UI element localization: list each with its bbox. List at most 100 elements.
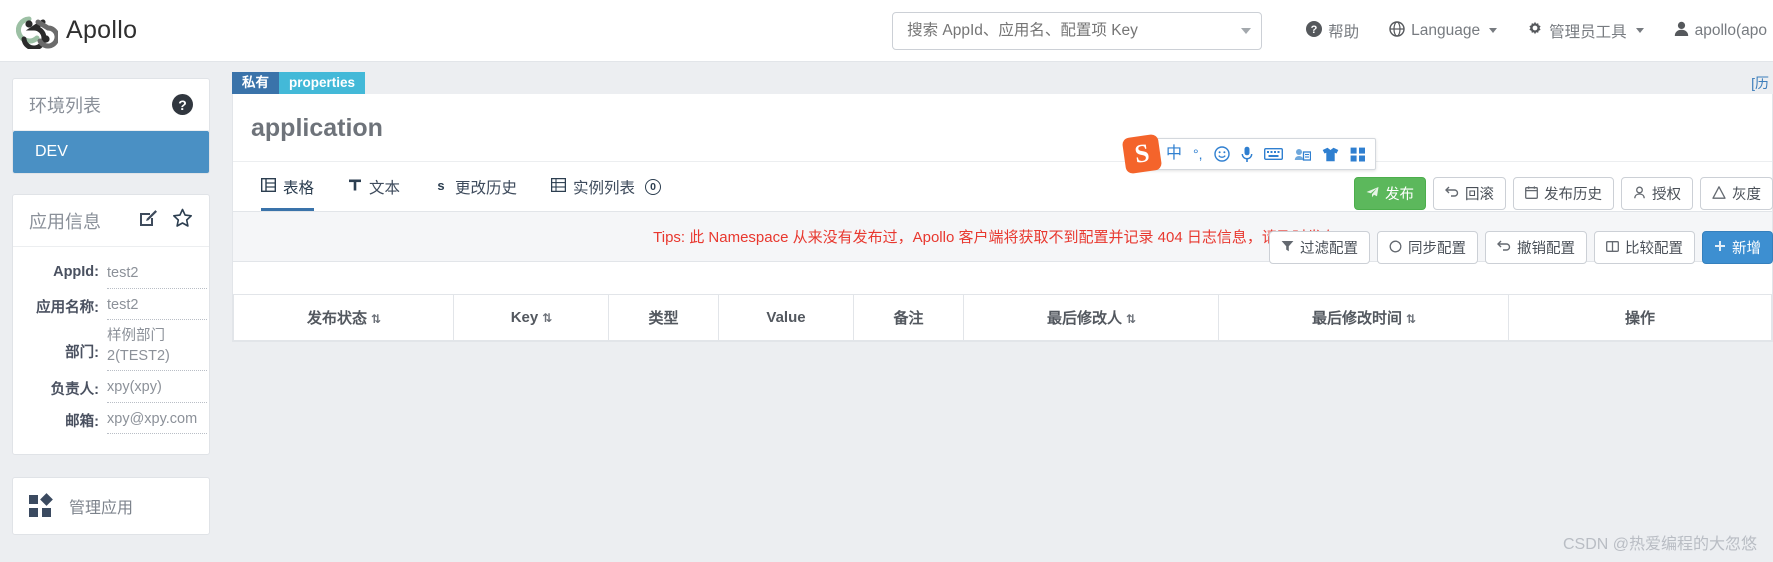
tab-label: 实例列表 bbox=[573, 180, 636, 197]
th-key[interactable]: Key ⇅ bbox=[453, 294, 609, 341]
sogou-logo-icon[interactable]: S bbox=[1121, 133, 1163, 175]
microphone-icon[interactable] bbox=[1241, 146, 1253, 163]
table-header-row: 发布状态 ⇅ Key ⇅ 类型 Value 备注 最后修改人 ⇅ 最后修改时间 … bbox=[233, 294, 1772, 341]
env-list-panel: 环境列表 ? DEV bbox=[12, 78, 210, 174]
global-search[interactable] bbox=[892, 11, 1263, 50]
keyboard-icon[interactable] bbox=[1263, 147, 1283, 161]
text-T-icon bbox=[348, 178, 362, 196]
publish-history-button[interactable]: 发布历史 bbox=[1513, 177, 1614, 210]
tab-instance-list[interactable]: 实例列表 0 bbox=[550, 176, 662, 211]
left-sidebar: 环境列表 ? DEV 应用信息 AppId: test2 应用名称: test2… bbox=[12, 78, 210, 536]
compare-config-button[interactable]: 比较配置 bbox=[1594, 231, 1695, 264]
field-value: test2 bbox=[107, 293, 207, 321]
instances-icon bbox=[550, 177, 567, 196]
config-table: 发布状态 ⇅ Key ⇅ 类型 Value 备注 最后修改人 ⇅ 最后修改时间 … bbox=[233, 294, 1772, 341]
sync-config-button[interactable]: 同步配置 bbox=[1377, 231, 1478, 264]
brand-logo-link[interactable]: Apollo bbox=[16, 13, 137, 50]
chevron-down-icon[interactable] bbox=[1241, 27, 1252, 34]
question-circle-icon: ? bbox=[1306, 20, 1323, 41]
nav-item-help[interactable]: ? 帮助 bbox=[1306, 20, 1359, 42]
tab-change-history[interactable]: s 更改历史 bbox=[434, 176, 517, 211]
field-label: 部门: bbox=[65, 345, 99, 362]
sidebar-item-manage-app[interactable]: 管理应用 bbox=[13, 478, 209, 534]
question-mark-icon[interactable]: ? bbox=[172, 94, 193, 115]
namespace-tag-format: properties bbox=[279, 72, 366, 94]
tab-text[interactable]: 文本 bbox=[348, 176, 400, 211]
field-value: 样例部门2(TEST2) bbox=[107, 324, 207, 372]
apps-grid-icon[interactable] bbox=[1350, 147, 1366, 162]
chevron-down-icon bbox=[1489, 28, 1498, 33]
star-icon[interactable] bbox=[172, 208, 193, 233]
navbar-right-group: ? 帮助 Language 管理员工具 bbox=[892, 11, 1773, 50]
grayscale-button[interactable]: 灰度 bbox=[1700, 177, 1773, 210]
namespace-right-link[interactable]: [历 bbox=[1751, 73, 1773, 93]
env-list-title: 环境列表 bbox=[29, 95, 101, 116]
namespace-card: application 表格 文本 s 更改历史 实例列表 0 Tips: 此 … bbox=[232, 94, 1773, 342]
rollback-button[interactable]: 回滚 bbox=[1433, 177, 1506, 210]
th-label: 最后修改时间 bbox=[1311, 310, 1402, 327]
app-root: Apollo ? 帮助 Language bbox=[0, 0, 1773, 562]
btn-label: 灰度 bbox=[1732, 187, 1761, 203]
env-list-header: 环境列表 ? bbox=[13, 79, 209, 131]
grid-squares-icon bbox=[29, 493, 53, 518]
add-config-button[interactable]: 新增 bbox=[1702, 231, 1773, 264]
filter-config-button[interactable]: 过滤配置 bbox=[1269, 231, 1370, 264]
th-last-modified-by[interactable]: 最后修改人 ⇅ bbox=[963, 294, 1219, 341]
btn-label: 撤销配置 bbox=[1517, 241, 1575, 257]
btn-label: 新增 bbox=[1732, 241, 1761, 257]
edit-pencil-icon[interactable] bbox=[138, 208, 158, 233]
th-label: 最后修改人 bbox=[1046, 310, 1122, 327]
tab-label: 更改历史 bbox=[455, 180, 518, 197]
th-last-modified-time[interactable]: 最后修改时间 ⇅ bbox=[1218, 294, 1509, 341]
skin-shirt-icon[interactable] bbox=[1322, 147, 1339, 162]
namespace-toolbar-secondary: 过滤配置 同步配置 撤销配置 比较配置 新增 bbox=[1269, 231, 1773, 264]
history-s-icon: s bbox=[434, 178, 448, 196]
app-info-panel: 应用信息 AppId: test2 应用名称: test2 部门: 样例部门2(… bbox=[12, 194, 210, 456]
nav-item-user[interactable]: apollo(apo bbox=[1674, 21, 1767, 41]
tab-table[interactable]: 表格 bbox=[260, 176, 315, 211]
flask-icon bbox=[1712, 185, 1726, 202]
emoji-icon[interactable] bbox=[1213, 146, 1230, 162]
revoke-config-button[interactable]: 撤销配置 bbox=[1485, 231, 1587, 264]
field-value: xpy@xpy.com bbox=[107, 407, 207, 435]
chinese-mode-icon[interactable]: 中 bbox=[1166, 146, 1182, 162]
sort-icon: ⇅ bbox=[542, 311, 552, 325]
user-card-icon[interactable] bbox=[1294, 147, 1311, 161]
publish-button[interactable]: 发布 bbox=[1354, 177, 1426, 210]
namespace-tag-row: 私有 properties [历 bbox=[232, 72, 1773, 94]
person-key-icon bbox=[1633, 186, 1646, 202]
manage-app-panel[interactable]: 管理应用 bbox=[12, 477, 210, 536]
search-input[interactable] bbox=[905, 20, 1242, 41]
field-label: AppId: bbox=[53, 264, 99, 280]
nav-item-label: 管理员工具 bbox=[1549, 23, 1627, 41]
user-icon bbox=[1674, 21, 1689, 41]
th-publish-status[interactable]: 发布状态 ⇅ bbox=[233, 294, 454, 341]
btn-label: 同步配置 bbox=[1408, 241, 1466, 257]
punctuation-icon[interactable]: °, bbox=[1193, 147, 1203, 161]
circle-sync-icon bbox=[1389, 240, 1402, 256]
app-info-row: 负责人: xpy(xpy) bbox=[19, 375, 207, 403]
field-label: 应用名称: bbox=[36, 299, 99, 316]
svg-text:s: s bbox=[437, 178, 444, 192]
sogou-ime-toolbar[interactable]: S 中 °, bbox=[1121, 133, 1376, 175]
sidebar-item-env-dev[interactable]: DEV bbox=[13, 131, 209, 173]
rollback-arrow-icon bbox=[1445, 186, 1459, 201]
nav-item-label: 帮助 bbox=[1328, 23, 1360, 41]
nav-item-language[interactable]: Language bbox=[1389, 20, 1498, 41]
th-type: 类型 bbox=[608, 294, 719, 341]
authorize-button[interactable]: 授权 bbox=[1621, 177, 1693, 210]
th-label: Key bbox=[510, 309, 539, 326]
nav-item-admin-tools[interactable]: 管理员工具 bbox=[1527, 20, 1644, 42]
main-content: 私有 properties [历 application 表格 文本 s 更改历… bbox=[232, 72, 1773, 342]
undo-arrow-icon bbox=[1497, 240, 1511, 255]
app-info-row: AppId: test2 bbox=[19, 261, 207, 289]
btn-label: 授权 bbox=[1652, 187, 1681, 203]
field-value: test2 bbox=[107, 261, 207, 289]
app-info-row: 应用名称: test2 bbox=[19, 293, 207, 321]
th-label: 操作 bbox=[1624, 310, 1655, 327]
table-icon bbox=[260, 177, 277, 196]
compare-icon bbox=[1606, 240, 1619, 256]
btn-label: 比较配置 bbox=[1625, 241, 1683, 257]
tab-label: 表格 bbox=[283, 180, 315, 197]
tab-label: 文本 bbox=[369, 180, 401, 197]
